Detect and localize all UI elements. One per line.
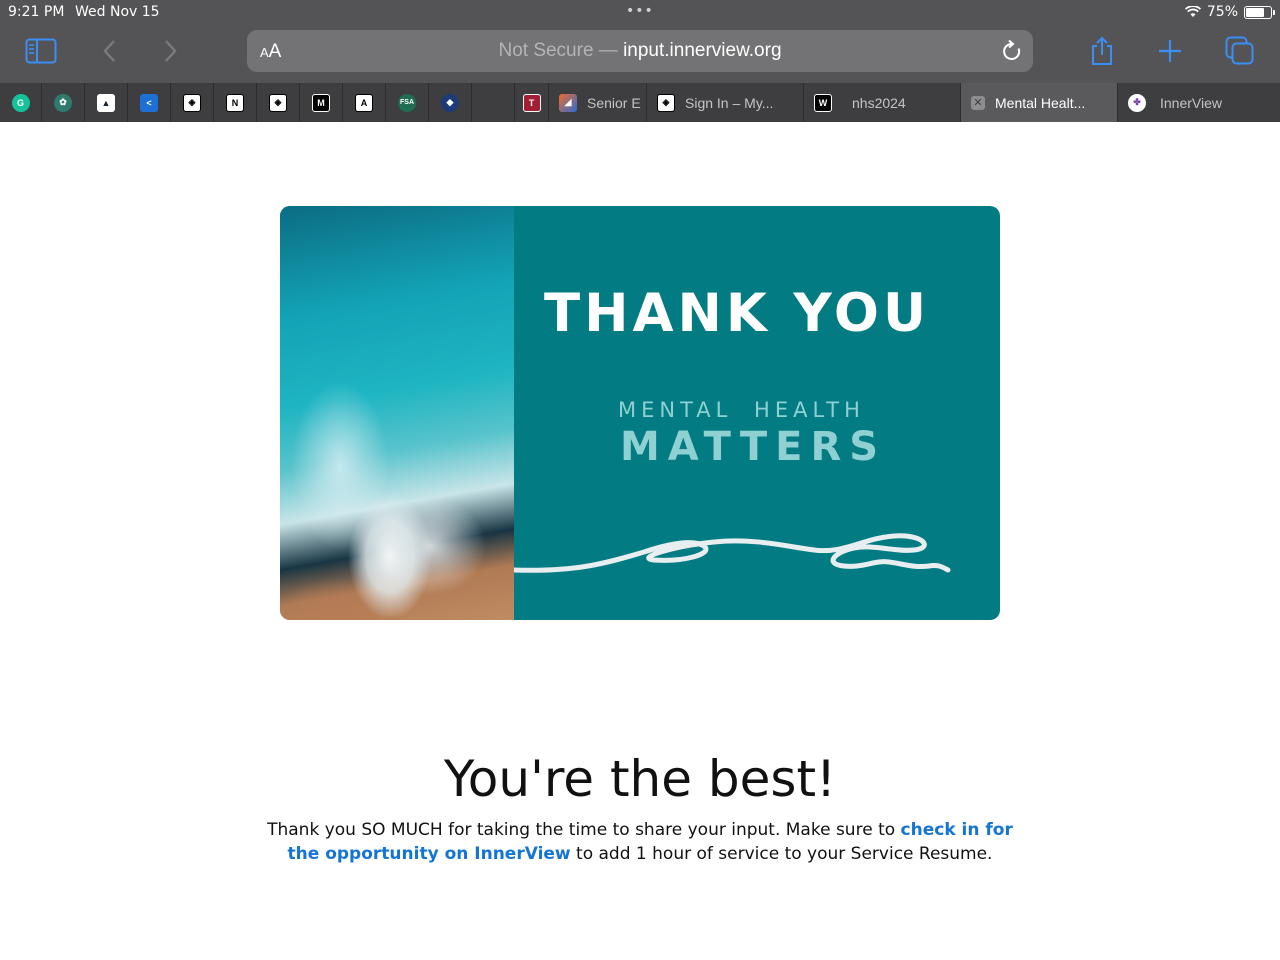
status-date: Wed Nov 15 (75, 4, 160, 20)
tab-label: Mental Healt... (995, 94, 1086, 111)
status-bar: 9:21 PM Wed Nov 15 ••• 75% (0, 0, 1280, 26)
tab-label: Senior E (587, 94, 641, 111)
banner-subtitle-line2: MATTERS (620, 424, 887, 470)
tab-innerview[interactable]: ✤ InnerView (1118, 83, 1275, 122)
shield-icon: ◈ (657, 93, 675, 112)
tab-blank[interactable] (472, 83, 515, 122)
url-security-label: Not Secure — (498, 40, 624, 61)
shield-icon: ◈ (269, 93, 287, 112)
tab-fsa[interactable]: FSA (386, 83, 429, 122)
notion-icon: N (226, 93, 244, 112)
lion-icon: ◆ (441, 93, 459, 112)
tab-m[interactable]: M (300, 83, 343, 122)
close-tab-icon[interactable]: ✕ (971, 95, 985, 110)
temple-t-icon: T (522, 93, 541, 112)
wifi-icon (1184, 6, 1201, 17)
graduation-cap-icon: ▲ (97, 93, 115, 112)
tab-lion[interactable]: ◆ (429, 83, 472, 122)
grammarly-icon: G (11, 93, 30, 112)
address-bar[interactable]: AA Not Secure — input.innerview.org (247, 30, 1033, 72)
tab-label: Sign In – My... (685, 94, 774, 111)
page-headline: You're the best! (443, 750, 837, 808)
thank-you-banner: THANK YOU MENTAL HEALTH MATTERS (280, 206, 1000, 620)
forward-icon[interactable] (152, 36, 188, 66)
battery-percent: 75% (1206, 4, 1238, 20)
tab-temple[interactable]: T (515, 83, 549, 122)
m-letter-icon: M (312, 93, 330, 112)
url-host: input.innerview.org (623, 40, 782, 61)
tab-overview-icon[interactable] (1222, 36, 1258, 66)
innerview-icon: ✤ (1128, 93, 1146, 112)
battery-icon (1244, 5, 1275, 19)
colorful-app-icon: ◢ (559, 93, 577, 112)
tab-mental-health[interactable]: ✕ Mental Healt... (961, 83, 1118, 122)
tab-sign-in[interactable]: ◈ Sign In – My... (647, 83, 804, 122)
tab-grammarly[interactable]: G (0, 83, 42, 122)
w-letter-icon: W (814, 93, 832, 112)
multitasking-dots[interactable]: ••• (626, 3, 654, 19)
tab-tree[interactable]: ✿ (42, 83, 85, 122)
message-text-after: to add 1 hour of service to your Service… (570, 844, 993, 864)
tab-a[interactable]: A (343, 83, 386, 122)
tab-shield-1[interactable]: ◈ (171, 83, 214, 122)
back-icon[interactable] (92, 36, 128, 66)
tab-label: InnerView (1160, 94, 1223, 111)
url-display[interactable]: Not Secure — input.innerview.org (247, 40, 1033, 62)
tab-bar: G ✿ ▲ < ◈ N ◈ M A FSA ◆ T ◢ Senior E ◈ S… (0, 83, 1280, 122)
tab-nhs2024[interactable]: W nhs2024 (804, 83, 961, 122)
tab-school[interactable]: ▲ (85, 83, 128, 122)
tab-notion[interactable]: N (214, 83, 257, 122)
banner-subtitle-line1: MENTAL HEALTH (618, 398, 865, 422)
browser-toolbar: AA Not Secure — input.innerview.org (0, 26, 1280, 83)
status-indicators: 75% (1184, 4, 1275, 20)
tab-senior[interactable]: ◢ Senior E (549, 83, 647, 122)
reload-icon[interactable] (1001, 39, 1023, 63)
new-tab-icon[interactable] (1152, 36, 1188, 66)
tab-blue-app[interactable]: < (128, 83, 171, 122)
message-text-before: Thank you SO MUCH for taking the time to… (267, 820, 901, 840)
status-time: 9:21 PM (8, 4, 65, 20)
sidebar-icon[interactable] (23, 36, 59, 66)
fsa-icon: FSA (398, 93, 416, 112)
tab-shield-2[interactable]: ◈ (257, 83, 300, 122)
wave-line (514, 533, 951, 573)
banner-title: THANK YOU (544, 283, 930, 344)
shield-icon: ◈ (183, 93, 201, 112)
ocean-photo (280, 206, 514, 620)
thank-you-message: Thank you SO MUCH for taking the time to… (258, 818, 1022, 866)
a-letter-icon: A (355, 93, 373, 112)
share-icon[interactable] (1084, 36, 1120, 66)
tab-label: nhs2024 (852, 94, 906, 111)
tree-icon: ✿ (54, 93, 72, 112)
battery-level (1246, 7, 1264, 17)
blue-app-icon: < (140, 93, 158, 112)
